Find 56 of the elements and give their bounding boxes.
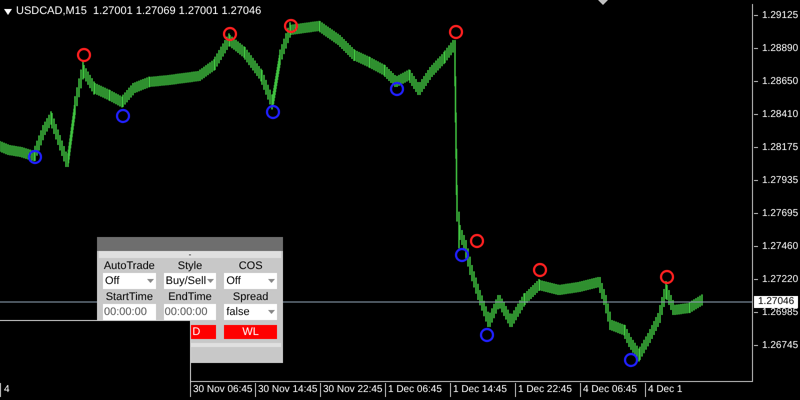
field-label: AutoTrade bbox=[104, 260, 155, 273]
field-label: Spread bbox=[232, 291, 268, 304]
signal-circle bbox=[624, 352, 638, 368]
time-label: 4 Dec 06:45 bbox=[583, 385, 637, 395]
price-label: 1.27220 bbox=[762, 274, 798, 284]
shift-marker-icon[interactable] bbox=[598, 0, 608, 5]
signal-circle bbox=[532, 262, 548, 278]
price-label: 1.26985 bbox=[762, 308, 798, 318]
time-label: 4 bbox=[4, 385, 10, 395]
time-label: 30 Nov 22:45 bbox=[323, 385, 382, 395]
time-label: 1 Dec 22:45 bbox=[518, 385, 572, 395]
price-label: 1.28650 bbox=[762, 76, 798, 86]
field-label: EndTime bbox=[168, 291, 212, 304]
field-label: COS bbox=[238, 260, 263, 273]
signal-circle bbox=[76, 48, 92, 62]
signal-circle bbox=[390, 82, 404, 96]
time-label: 30 Nov 14:45 bbox=[258, 385, 318, 395]
dropdown-field[interactable]: Off bbox=[224, 273, 277, 289]
time-label: 1 Dec 06:45 bbox=[388, 385, 442, 395]
signal-circle bbox=[284, 18, 298, 34]
time-label: 4 Dec 1 bbox=[648, 385, 682, 395]
action-button[interactable]: WL bbox=[224, 325, 277, 339]
time-label: 30 Nov 06:45 bbox=[193, 385, 252, 395]
dropdown-field[interactable]: false bbox=[224, 304, 277, 320]
dropdown-arrow-icon[interactable] bbox=[207, 279, 214, 283]
dropdown-triangle-icon[interactable] bbox=[4, 8, 12, 14]
dropdown-field[interactable]: Off bbox=[103, 273, 156, 289]
dropdown-field[interactable]: Buy/Sell bbox=[164, 273, 216, 289]
price-label: 1.28410 bbox=[762, 110, 798, 120]
time-label: 1 Dec 14:45 bbox=[453, 385, 507, 395]
field-label: StartTime bbox=[106, 291, 153, 304]
price-label: 1.28890 bbox=[762, 44, 798, 54]
dropdown-arrow-icon[interactable] bbox=[268, 310, 275, 314]
time-input-field[interactable]: 00:00:00 bbox=[164, 304, 216, 320]
chart-header: USDCAD,M15 1.27001 1.27069 1.27001 1.27046 bbox=[16, 6, 262, 17]
signal-circle bbox=[470, 234, 484, 248]
current-price-label: 1.27046 bbox=[754, 296, 798, 308]
signal-circle bbox=[660, 270, 674, 284]
price-label: 1.28175 bbox=[762, 142, 798, 152]
price-label: 1.27460 bbox=[762, 242, 798, 252]
signal-circle bbox=[480, 328, 494, 342]
field-label: Style bbox=[178, 260, 202, 273]
dropdown-arrow-icon[interactable] bbox=[146, 279, 154, 283]
time-input-field[interactable]: 00:00:00 bbox=[103, 304, 156, 320]
price-label: 1.27935 bbox=[762, 176, 798, 186]
signal-circle bbox=[454, 248, 470, 262]
signal-circle bbox=[266, 104, 280, 120]
price-label: 1.29125 bbox=[762, 10, 798, 20]
price-label: 1.26745 bbox=[762, 340, 798, 350]
signal-circle bbox=[222, 26, 238, 42]
signal-circle bbox=[448, 24, 464, 40]
signal-circle bbox=[116, 108, 130, 124]
price-label: 1.27695 bbox=[762, 208, 798, 218]
collapse-toggle[interactable]: - bbox=[188, 250, 192, 258]
dropdown-arrow-icon[interactable] bbox=[268, 279, 275, 283]
signal-circle bbox=[28, 150, 42, 164]
